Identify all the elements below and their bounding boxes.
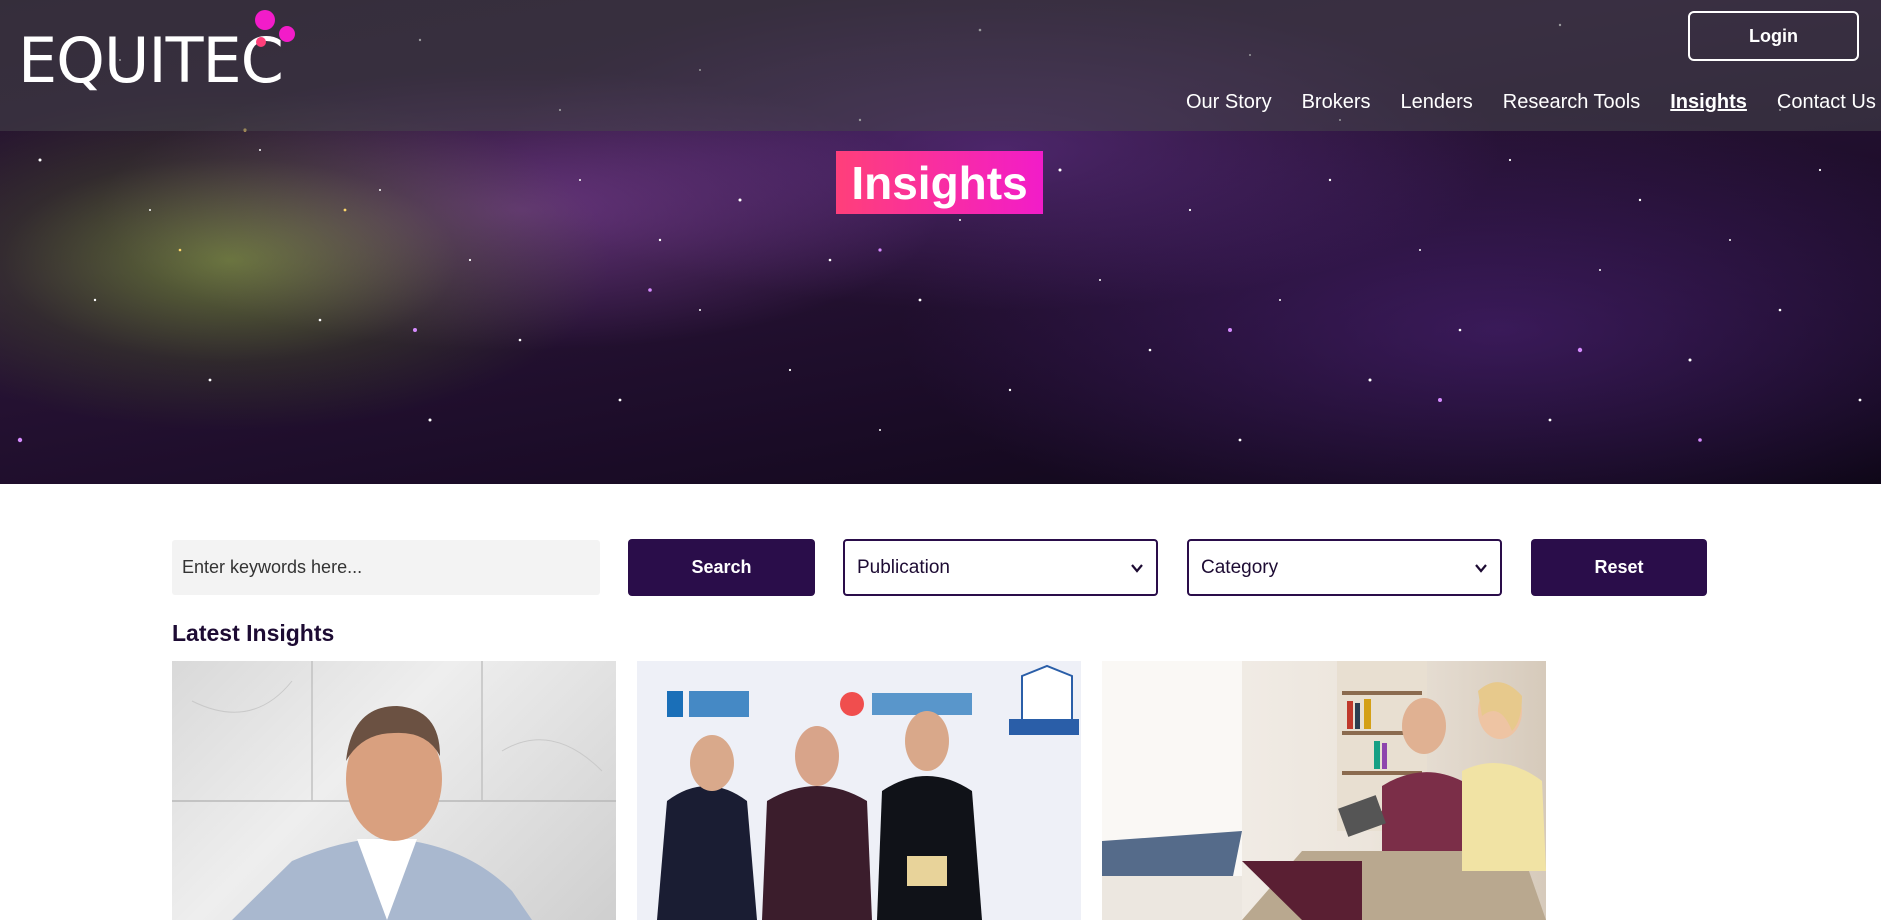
couple-on-sofa-image bbox=[1102, 661, 1546, 920]
insight-card[interactable] bbox=[1102, 661, 1546, 920]
man-portrait-image bbox=[172, 661, 616, 920]
login-button[interactable]: Login bbox=[1688, 11, 1859, 61]
awards-event-image bbox=[637, 661, 1081, 920]
insight-card[interactable] bbox=[637, 661, 1081, 920]
publication-select[interactable]: Publication bbox=[843, 539, 1158, 596]
nav-contact-us[interactable]: Contact Us bbox=[1777, 91, 1876, 114]
nav-brokers[interactable]: Brokers bbox=[1302, 91, 1371, 114]
equitec-logo[interactable]: EQUITEC bbox=[18, 8, 308, 98]
logo-dots-icon bbox=[255, 10, 295, 47]
search-input[interactable] bbox=[172, 540, 600, 595]
publication-select-value: Publication bbox=[857, 556, 950, 578]
page-title: Insights bbox=[836, 151, 1043, 214]
section-title: Latest Insights bbox=[172, 620, 335, 646]
nav-insights[interactable]: Insights bbox=[1670, 91, 1747, 114]
nav-lenders[interactable]: Lenders bbox=[1400, 91, 1472, 114]
search-button[interactable]: Search bbox=[628, 539, 815, 596]
logo-wordmark: EQUITEC bbox=[18, 24, 284, 97]
top-navbar: EQUITEC Login Our Story Brokers Lenders … bbox=[0, 0, 1881, 131]
category-select[interactable]: Category bbox=[1187, 539, 1502, 596]
insight-card[interactable] bbox=[172, 661, 616, 920]
nav-research-tools[interactable]: Research Tools bbox=[1503, 91, 1640, 114]
chevron-down-icon bbox=[1131, 563, 1143, 573]
category-select-value: Category bbox=[1201, 556, 1279, 578]
nav-our-story[interactable]: Our Story bbox=[1186, 91, 1272, 114]
main-nav: Our Story Brokers Lenders Research Tools… bbox=[1186, 91, 1876, 114]
hero-banner: EQUITEC Login Our Story Brokers Lenders … bbox=[0, 0, 1881, 484]
chevron-down-icon bbox=[1475, 563, 1487, 573]
reset-button[interactable]: Reset bbox=[1531, 539, 1707, 596]
